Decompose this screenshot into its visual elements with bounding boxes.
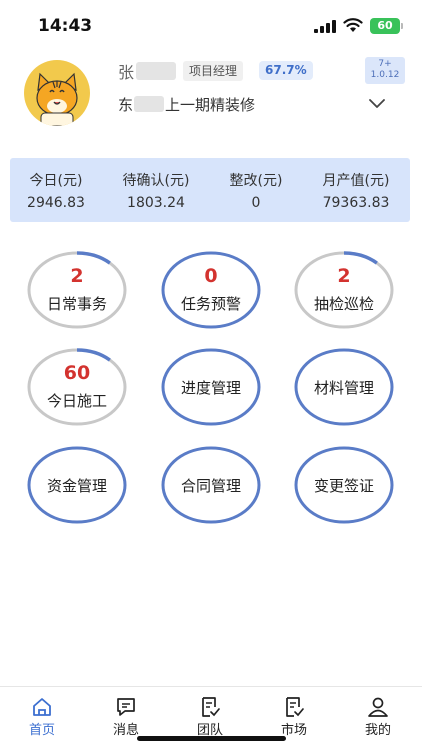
stat-today[interactable]: 今日(元) 2946.83 (10, 158, 102, 222)
project-name: 上一期精装修 (165, 95, 256, 114)
percent-badge: 67.7% (259, 61, 313, 80)
nav-messages[interactable]: 消息 (84, 687, 168, 738)
module-count: 60 (63, 362, 91, 384)
avatar[interactable] (24, 60, 90, 126)
stat-label: 月产值(元) (322, 173, 390, 189)
stat-label: 整改(元) (229, 173, 283, 189)
ring-progress (76, 348, 111, 362)
module-label: 日常事务 (46, 295, 107, 313)
project-redaction (134, 96, 165, 112)
stat-value: 1803.24 (127, 195, 185, 211)
home-indicator (137, 736, 286, 741)
user-name: 张 (118, 63, 135, 82)
module-label: 变更签证 (313, 477, 374, 495)
project-prefix: 东 (118, 95, 134, 114)
module-progress-management[interactable]: 进度管理 (161, 348, 261, 426)
wifi-icon (343, 18, 363, 32)
stats-panel: 今日(元) 2946.83 待确认(元) 1803.24 整改(元) 0 月产值… (10, 158, 410, 222)
stat-label: 待确认(元) (122, 173, 190, 189)
nav-home[interactable]: 首页 (0, 687, 84, 738)
status-bar: 14:43 60 (0, 0, 422, 50)
message-icon (117, 698, 135, 716)
nav-market[interactable]: 市场 (252, 687, 336, 738)
status-time: 14:43 (38, 16, 93, 36)
module-label: 抽检巡检 (313, 295, 374, 313)
battery-icon: 60 (370, 18, 400, 34)
ring (161, 251, 261, 329)
module-contract-management[interactable]: 合同管理 (161, 446, 261, 524)
module-spot-inspection[interactable]: 2 抽检巡检 (294, 251, 394, 329)
role-badge: 项目经理 (183, 61, 244, 81)
module-daily-affairs[interactable]: 2 日常事务 (27, 251, 127, 329)
name-redaction (136, 62, 177, 80)
cat-avatar-icon (36, 72, 78, 126)
version-badge: 7+ 1.0.12 (365, 57, 405, 84)
module-label: 进度管理 (180, 379, 241, 397)
version-line-1: 7+ (378, 59, 392, 69)
module-material-management[interactable]: 材料管理 (294, 348, 394, 426)
module-label: 今日施工 (46, 392, 107, 410)
profile-icon (368, 697, 388, 717)
battery-tip (401, 23, 403, 29)
signal-icon (314, 20, 336, 33)
ring-progress (76, 251, 111, 265)
nav-label: 首页 (28, 723, 55, 738)
user-name-row: 张 (118, 61, 177, 82)
stat-value: 2946.83 (27, 195, 85, 211)
module-fund-management[interactable]: 资金管理 (27, 446, 127, 524)
module-change-visa[interactable]: 变更签证 (294, 446, 394, 524)
nav-profile[interactable]: 我的 (336, 687, 420, 738)
module-label: 材料管理 (313, 379, 374, 397)
bottom-nav: 首页 消息 团队 市场 我的 (0, 686, 422, 751)
module-label: 合同管理 (180, 477, 241, 495)
ring (27, 251, 127, 329)
stat-rectify[interactable]: 整改(元) 0 (210, 158, 302, 222)
stat-value: 79363.83 (322, 195, 390, 211)
ring-progress (343, 251, 378, 265)
module-label: 任务预警 (180, 295, 241, 313)
module-task-warning[interactable]: 0 任务预警 (161, 251, 261, 329)
module-count: 0 (204, 265, 218, 287)
nav-team[interactable]: 团队 (168, 687, 252, 738)
version-line-2: 1.0.12 (370, 70, 400, 80)
chevron-down-icon[interactable] (368, 97, 386, 111)
stat-monthly-output[interactable]: 月产值(元) 79363.83 (302, 158, 410, 222)
home-icon (33, 698, 51, 716)
stat-label: 今日(元) (29, 173, 83, 189)
module-label: 资金管理 (46, 477, 107, 495)
stat-pending[interactable]: 待确认(元) 1803.24 (102, 158, 210, 222)
module-count: 2 (70, 265, 84, 287)
nav-label: 我的 (364, 723, 391, 738)
ring (294, 251, 394, 329)
team-icon (202, 697, 220, 717)
project-selector[interactable]: 东 上一期精装修 (118, 94, 255, 114)
module-today-construction[interactable]: 60 今日施工 (27, 348, 127, 426)
stat-value: 0 (251, 195, 261, 211)
module-count: 2 (337, 265, 351, 287)
market-icon (286, 697, 304, 717)
ring (27, 348, 127, 426)
